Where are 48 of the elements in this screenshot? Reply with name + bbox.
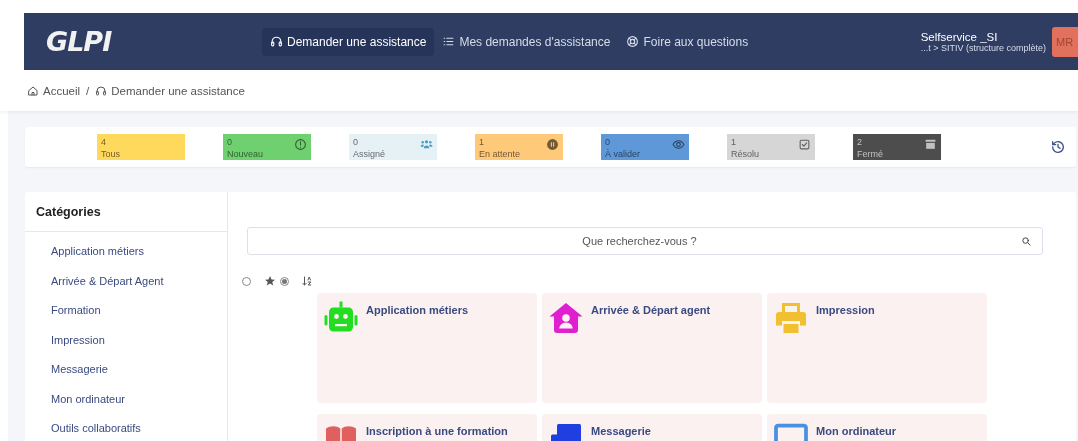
house-user-icon <box>548 300 584 336</box>
status-tile[interactable]: 0 À valider <box>601 134 689 160</box>
status-tile[interactable]: 0 Assigné <box>349 134 437 160</box>
breadcrumb-link[interactable]: Accueil <box>27 84 81 97</box>
category-card[interactable]: Impression <box>767 293 987 403</box>
category-link[interactable]: Application métiers <box>25 237 227 267</box>
category-card[interactable]: Application métiers <box>317 293 537 403</box>
checkbox-icon <box>798 138 811 151</box>
home-icon <box>27 84 39 97</box>
user-name[interactable]: Selfservice _SI <box>920 30 1046 43</box>
sidebar-title: Catégories <box>25 192 227 232</box>
category-link[interactable]: Impression <box>25 325 227 355</box>
sort-icon <box>301 275 313 287</box>
category-link[interactable]: Mon ordinateur <box>25 384 227 414</box>
list-icon <box>442 35 456 48</box>
status-tile[interactable]: 1 En attente <box>475 134 563 160</box>
category-card[interactable]: Mon ordinateur <box>767 414 987 441</box>
search-field[interactable]: Que recherchez-vous ? <box>247 227 1043 255</box>
archive-icon <box>924 138 937 151</box>
headset-icon <box>95 84 108 97</box>
logo[interactable]: GLPI <box>46 26 262 57</box>
breadcrumb-link[interactable]: Demander une assistance <box>95 84 245 97</box>
alert-icon <box>294 138 307 151</box>
nav-link[interactable]: Mes demandes d'assistance <box>434 27 619 56</box>
status-tile[interactable]: 0 Nouveau <box>223 134 311 160</box>
category-card[interactable]: Arrivée & Départ agent <box>542 293 762 403</box>
history-icon <box>1050 139 1066 155</box>
entity-path[interactable]: ...t > SITIV (structure complète) <box>920 42 1046 53</box>
status-tile[interactable]: 4 Tous <box>97 134 185 160</box>
status-tile[interactable]: 1 Résolu <box>727 134 815 160</box>
category-card[interactable]: Messagerie <box>542 414 762 441</box>
category-link[interactable]: Messagerie <box>25 355 227 385</box>
status-tile[interactable]: 2 Fermé <box>853 134 941 160</box>
headset-icon <box>270 35 283 48</box>
lifebuoy-icon <box>626 35 640 48</box>
nav-link[interactable]: Demander une assistance <box>262 27 435 56</box>
category-link[interactable]: Arrivée & Départ Agent <box>25 266 227 296</box>
star-icon <box>264 275 276 287</box>
eye-icon <box>672 138 685 151</box>
category-card[interactable]: Inscription à une formation <box>317 414 537 441</box>
pause-icon <box>546 138 559 151</box>
breadcrumb-separator: / <box>86 84 90 97</box>
users-icon <box>420 138 433 151</box>
nav-link[interactable]: Foire aux questions <box>618 27 757 56</box>
category-link[interactable]: Outils collaboratifs <box>25 414 227 441</box>
printer-icon <box>773 300 809 336</box>
search-icon <box>1021 235 1032 247</box>
category-link[interactable]: Formation <box>25 296 227 326</box>
